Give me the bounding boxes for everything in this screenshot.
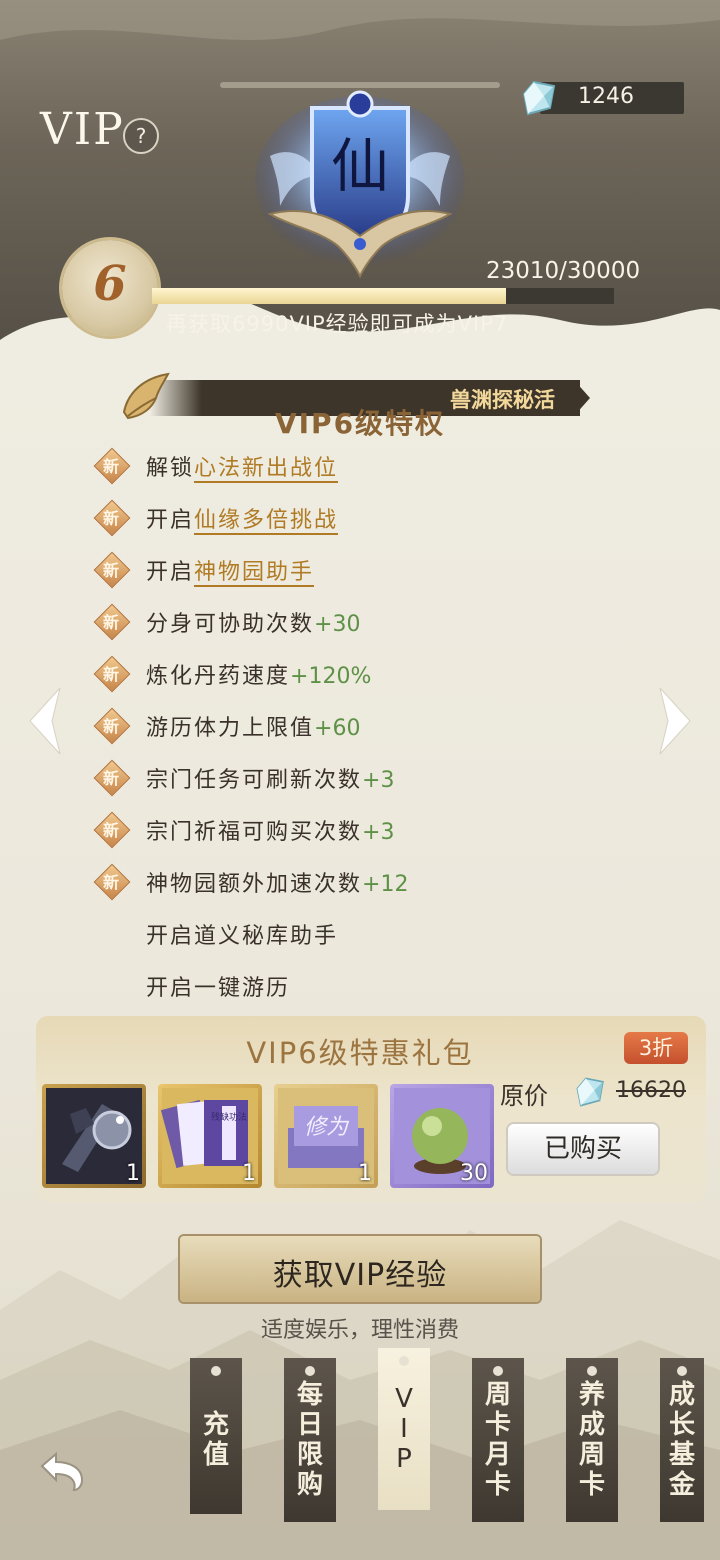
- new-badge-icon: 新: [93, 863, 131, 901]
- privilege-text: 游历体力上限值+60: [146, 716, 361, 741]
- gift-item-orb[interactable]: 30: [390, 1084, 494, 1188]
- currency-count: 1246: [578, 84, 634, 109]
- horn-icon: [122, 372, 170, 420]
- new-badge-icon: 新: [93, 551, 131, 589]
- original-price: 16620: [616, 1078, 686, 1103]
- new-badge-icon: 新: [93, 499, 131, 537]
- privilege-text: 炼化丹药速度+120%: [146, 664, 372, 689]
- new-badge-icon: 新: [93, 603, 131, 641]
- tab-vip[interactable]: V I P: [378, 1348, 430, 1510]
- new-badge-icon: 新: [93, 759, 131, 797]
- gift-pack-title: VIP6级特惠礼包: [246, 1036, 474, 1070]
- vip-title: VIP: [40, 104, 125, 155]
- exp-hint: 再获取6990VIP经验即可成为VIP7: [166, 312, 509, 336]
- skill-book-label: 残缺功法: [211, 1111, 247, 1123]
- privilege-link[interactable]: 心法新出战位: [194, 456, 339, 483]
- privilege-text: 解锁心法新出战位: [146, 456, 339, 483]
- original-price-label: 原价: [500, 1082, 548, 1110]
- tab-weekly-monthly-card[interactable]: 周 卡 月 卡: [472, 1358, 524, 1522]
- emblem-char: 仙: [331, 132, 389, 200]
- privilege-text: 开启神物园助手: [146, 560, 315, 587]
- tab-daily-limited[interactable]: 每 日 限 购: [284, 1358, 336, 1522]
- event-ribbon-tip: [574, 380, 590, 416]
- new-badge-icon: 新: [93, 655, 131, 693]
- exp-progress-fill: [152, 288, 507, 304]
- next-level-arrow-icon[interactable]: [654, 686, 694, 756]
- exp-text: 23010/30000: [486, 258, 641, 284]
- vip-emblem-icon: 仙: [255, 90, 465, 279]
- gift-item-scroll[interactable]: 修为 1: [274, 1084, 378, 1188]
- privilege-link[interactable]: 神物园助手: [194, 560, 315, 587]
- tab-recharge[interactable]: 充 值: [190, 1358, 242, 1514]
- help-icon[interactable]: ?: [123, 118, 159, 154]
- new-badge-icon: 新: [93, 707, 131, 745]
- back-icon[interactable]: [34, 1448, 88, 1492]
- get-vip-exp-label[interactable]: 获取VIP经验: [180, 1250, 540, 1294]
- privilege-text: 开启一键游历: [146, 976, 291, 1001]
- moderation-tip: 适度娱乐，理性消费: [260, 1318, 459, 1343]
- new-badge-icon: 新: [93, 447, 131, 485]
- tab-growth-weekly-card[interactable]: 养 成 周 卡: [566, 1358, 618, 1522]
- vip-level-number: 6: [93, 256, 127, 312]
- new-badge-icon: 新: [93, 811, 131, 849]
- privilege-text: 神物园额外加速次数+12: [146, 872, 409, 897]
- gift-item-equipment[interactable]: 1: [42, 1084, 146, 1188]
- privilege-text: 开启道义秘库助手: [146, 924, 339, 949]
- privilege-text: 宗门任务可刷新次数+3: [146, 768, 395, 793]
- privilege-title: VIP6级特权: [274, 408, 446, 436]
- prev-level-arrow-icon[interactable]: [26, 686, 66, 756]
- gift-item-skill-book[interactable]: 残缺功法 1: [158, 1084, 262, 1188]
- gem-icon: [522, 80, 556, 116]
- discount-badge: 3折: [624, 1032, 688, 1064]
- privilege-text: 宗门祈福可购买次数+3: [146, 820, 395, 845]
- purchased-button[interactable]: 已购买: [508, 1124, 658, 1174]
- privilege-link[interactable]: 仙缘多倍挑战: [194, 508, 339, 535]
- gem-icon: [576, 1077, 604, 1107]
- privilege-text: 开启仙缘多倍挑战: [146, 508, 339, 535]
- tab-growth-fund[interactable]: 成 长 基 金: [660, 1358, 704, 1522]
- scroll-label: 修为: [304, 1115, 350, 1140]
- privilege-text: 分身可协助次数+30: [146, 612, 361, 637]
- exp-progress-bar: [152, 288, 614, 304]
